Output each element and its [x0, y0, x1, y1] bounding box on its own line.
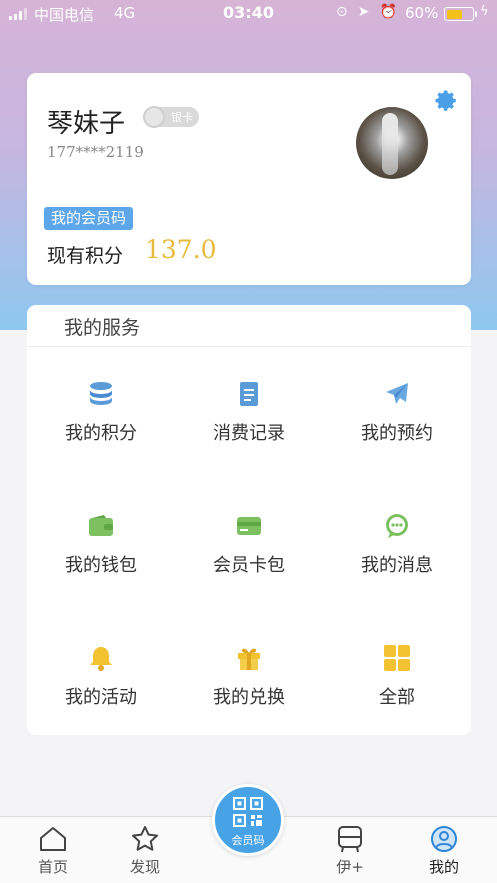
service-consumption-record[interactable]: 消费记录 — [175, 378, 323, 478]
service-label: 全部 — [379, 687, 415, 708]
tab-label: 首页 — [37, 858, 68, 876]
divider — [27, 346, 471, 347]
battery-icon — [444, 7, 477, 21]
battery-percent: 60% — [405, 4, 439, 22]
service-all[interactable]: 全部 — [323, 642, 471, 742]
profile-card: 琴妹子 银卡 177****2119 我的会员码 现有积分 137.0 — [27, 73, 471, 285]
qr-code-icon — [233, 797, 263, 827]
tab-home[interactable]: 首页 — [18, 825, 88, 877]
service-my-activities[interactable]: 我的活动 — [27, 642, 175, 742]
tab-yi-plus[interactable]: 伊+ — [315, 825, 385, 877]
points-label: 现有积分 — [47, 245, 124, 267]
services-title: 我的服务 — [64, 317, 141, 339]
settings-gear-icon[interactable] — [429, 85, 459, 115]
service-label: 我的活动 — [65, 687, 137, 708]
card-icon — [233, 510, 265, 542]
service-label: 我的积分 — [65, 423, 137, 444]
tab-mine[interactable]: 我的 — [409, 825, 479, 877]
wallet-icon — [85, 510, 117, 542]
charging-icon: ϟ — [480, 4, 489, 19]
tab-discover[interactable]: 发现 — [110, 825, 180, 877]
service-my-wallet[interactable]: 我的钱包 — [27, 510, 175, 610]
service-label: 我的钱包 — [65, 555, 137, 576]
points-value: 137.0 — [145, 235, 217, 264]
user-name: 琴妹子 — [47, 109, 126, 139]
medal-icon — [143, 106, 165, 128]
services-card: 我的服务 我的积分 消费记录 我的预约 我的钱包 会员卡包 我的消息 我的活动 … — [27, 305, 471, 735]
paper-plane-icon — [381, 378, 413, 410]
member-code-tab-button[interactable]: 会员码 — [212, 784, 284, 856]
service-label: 消费记录 — [213, 423, 285, 444]
message-bubble-icon — [381, 510, 413, 542]
user-phone: 177****2119 — [47, 143, 144, 161]
alarm-icon: ⏰ — [379, 4, 397, 20]
service-label: 我的预约 — [361, 423, 433, 444]
service-label: 我的兑换 — [213, 687, 285, 708]
coins-stack-icon — [85, 378, 117, 410]
document-icon — [233, 378, 265, 410]
tab-label: 发现 — [129, 858, 160, 876]
user-profile-icon — [430, 825, 458, 853]
service-label: 我的消息 — [361, 555, 433, 576]
service-my-booking[interactable]: 我的预约 — [323, 378, 471, 478]
tab-label: 伊+ — [336, 858, 364, 876]
service-my-exchange[interactable]: 我的兑换 — [175, 642, 323, 742]
location-arrow-icon: ➤ — [357, 4, 370, 20]
home-icon — [39, 825, 67, 853]
tab-label: 我的 — [428, 858, 459, 876]
star-icon — [131, 825, 159, 853]
service-label: 会员卡包 — [213, 555, 285, 576]
status-bar: 中国电信 4G 03:40 ⊙ ➤ ⏰ 60% ϟ — [0, 0, 497, 28]
service-my-messages[interactable]: 我的消息 — [323, 510, 471, 610]
bell-icon — [85, 642, 117, 674]
avatar[interactable] — [356, 107, 428, 179]
member-code-tab-label: 会员码 — [231, 834, 265, 847]
bus-icon — [336, 825, 364, 853]
member-code-button[interactable]: 我的会员码 — [44, 207, 134, 230]
membership-badge: 银卡 — [143, 106, 199, 128]
gift-icon — [233, 642, 265, 674]
service-my-points[interactable]: 我的积分 — [27, 378, 175, 478]
grid-icon — [381, 642, 413, 674]
orientation-lock-icon: ⊙ — [336, 4, 348, 20]
membership-level: 银卡 — [171, 111, 193, 124]
service-member-card-pack[interactable]: 会员卡包 — [175, 510, 323, 610]
